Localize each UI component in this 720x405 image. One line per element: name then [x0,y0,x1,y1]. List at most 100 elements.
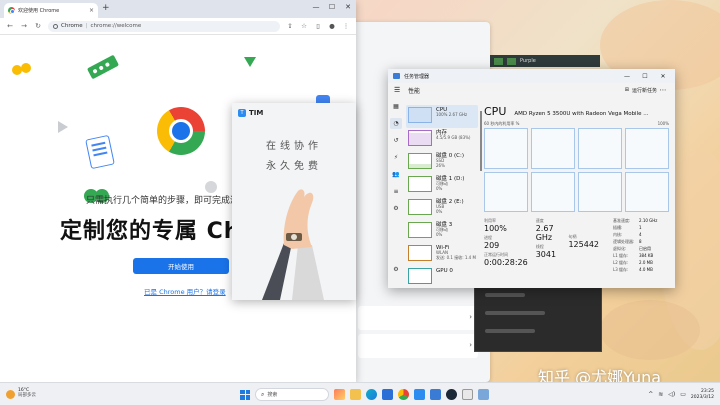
share-icon[interactable]: ⇪ [286,22,294,30]
settings-row[interactable]: › [358,306,478,330]
close-tab-icon[interactable]: × [89,7,94,14]
app-icon[interactable] [507,57,516,65]
taskbar-search[interactable]: ⌕ 搜索 [255,388,329,401]
weather-widget[interactable]: 16°C 局部多云 [0,388,120,399]
clock[interactable]: 23:25 2023/3/12 [691,389,714,399]
spec-value: 1 [639,225,642,230]
welcome-title: 定制您的专属 Ch [60,219,241,244]
close-window-button[interactable]: ✕ [340,0,356,14]
processes-nav-icon[interactable]: ▦ [390,101,402,112]
maximize-button[interactable]: ☐ [638,73,652,80]
resource-disk3[interactable]: 磁盘 3 可移动 0% [406,220,478,243]
resource-disk0[interactable]: 磁盘 0 (C:) SSD 26% [406,151,478,174]
weather-icon [6,389,15,399]
tm-titlebar: 任务管理器 — ☐ ✕ [388,69,675,83]
battery-icon[interactable]: ▭ [680,391,686,398]
resource-sub2: 0% [436,208,443,214]
resource-sub2: 0% [436,185,443,191]
tim-slogan-line2: 永久免费 [266,161,322,172]
close-window-button[interactable]: ✕ [656,73,670,80]
services-nav-icon[interactable]: ⚙ [390,203,402,214]
volume-icon[interactable]: ◁) [668,391,675,398]
tim-header: T TIM [238,109,263,117]
stat-value: 209 [484,241,500,250]
text-line [485,311,545,315]
cpu-core-graphs [484,128,669,212]
menu-icon[interactable]: ⋮ [342,22,350,30]
get-started-button[interactable]: 开始使用 [133,258,229,274]
resource-list: CPU 100% 2.67 GHz 内存 4.5/5.9 GB (83%) 磁盘 0… [406,105,478,288]
new-tab-button[interactable]: + [102,3,110,13]
hamburger-menu-icon[interactable]: ☰ [394,86,408,94]
file-explorer-icon[interactable] [350,389,361,400]
list-scrollbar[interactable] [480,111,482,171]
omnibox-url[interactable]: chrome://welcome [90,23,141,29]
graph-axis-max: 100% [657,121,669,126]
app-icon[interactable] [494,57,503,65]
spec-value: 已启用 [639,246,651,251]
app-icon[interactable] [478,389,489,400]
settings-nav-icon[interactable]: ⚙ [390,264,402,275]
minimize-button[interactable]: — [620,73,634,80]
tab-welcome[interactable]: 欢迎使用 Chrome × [4,3,98,18]
resource-cpu[interactable]: CPU 100% 2.67 GHz [406,105,478,128]
resource-sub: 100% 2.67 GHz [436,112,468,118]
start-button[interactable] [240,389,250,400]
spec-value: 4.0 MB [639,267,653,272]
address-bar[interactable]: Chrome | chrome://welcome [48,20,280,32]
task-manager-window[interactable]: 任务管理器 — ☐ ✕ ☰ 性能 ⊞ 运行新任务 ⋯ ▦ ◔ ↺ ⚡ 👥 ≡ ⚙ … [388,69,675,288]
spec-key: L1 缓存: [613,253,629,258]
forward-button[interactable]: → [20,22,28,30]
cpu-stats: 利用率 100% 进程 209 正常运行时间 0:00:28:26 速度 2.6… [484,218,669,273]
chrome-taskbar-icon[interactable] [398,389,409,400]
site-info-icon[interactable] [53,23,58,29]
weather-description: 局部多云 [18,393,36,398]
startup-nav-icon[interactable]: ⚡ [390,152,402,163]
spec-value: 2.10 GHz [639,218,658,223]
store-icon[interactable] [382,389,393,400]
window-controls: — ☐ ✕ [308,0,356,14]
resource-memory[interactable]: 内存 4.5/5.9 GB (83%) [406,128,478,151]
more-options-icon[interactable]: ⋯ [657,86,669,94]
resource-disk1[interactable]: 磁盘 1 (D:) 可移动 0% [406,174,478,197]
gallery-app-icon[interactable] [334,389,345,400]
details-nav-icon[interactable]: ≡ [390,186,402,197]
profile-icon[interactable]: ● [328,22,336,30]
tm-sidebar: ▦ ◔ ↺ ⚡ 👥 ≡ ⚙ ⚙ [388,97,404,288]
resource-disk2[interactable]: 磁盘 2 (E:) USB 0% [406,197,478,220]
graph-axis-label: 60 秒内的利用率 % [484,121,520,126]
users-nav-icon[interactable]: 👥 [390,169,402,180]
dark-toolbar[interactable]: Purple [490,55,600,67]
tim-taskbar-icon[interactable] [414,389,425,400]
minimize-button[interactable]: — [308,0,324,14]
chrome-favicon-icon [8,7,15,14]
chevron-up-icon[interactable]: ^ [648,391,653,398]
steam-icon[interactable] [446,389,457,400]
wifi-thumb [408,245,432,261]
core-graph [578,171,622,212]
app-history-nav-icon[interactable]: ↺ [390,135,402,146]
cpu-specs: 基准速度: 2.10 GHz 插槽: 1 内核: 4 逻辑处理器: 8 虚拟化: 已启用 … [613,218,669,273]
spec-value: 4 [639,232,642,237]
tim-splash-window[interactable]: T TIM 在线协作 永久免费 [232,103,356,300]
performance-nav-icon[interactable]: ◔ [390,118,402,129]
maximize-button[interactable]: ☐ [324,0,340,14]
wifi-icon[interactable]: ≋ [658,391,663,398]
back-button[interactable]: ← [6,22,14,30]
side-panel-icon[interactable]: ▯ [314,22,322,30]
resource-wifi[interactable]: Wi-Fi WLAN 发送: 0.1 接收: 1.4 M [406,243,478,266]
task-manager-taskbar-icon[interactable] [430,389,441,400]
spec-key: 插槽: [613,225,623,230]
reload-button[interactable]: ↻ [34,22,42,30]
signin-link[interactable]: 已是 Chrome 用户？请登录 [144,286,226,296]
resource-gpu[interactable]: GPU 0 [406,266,478,288]
edge-icon[interactable] [366,389,377,400]
run-task-icon: ⊞ [624,87,629,93]
chevron-right-icon: › [469,341,472,349]
bookmark-star-icon[interactable]: ☆ [300,22,308,30]
run-new-task-button[interactable]: ⊞ 运行新任务 [625,87,657,94]
cpu-thumb [408,107,432,123]
spec-key: L2 缓存: [613,260,629,265]
app-icon[interactable] [462,389,473,400]
settings-row[interactable]: › [358,334,478,358]
